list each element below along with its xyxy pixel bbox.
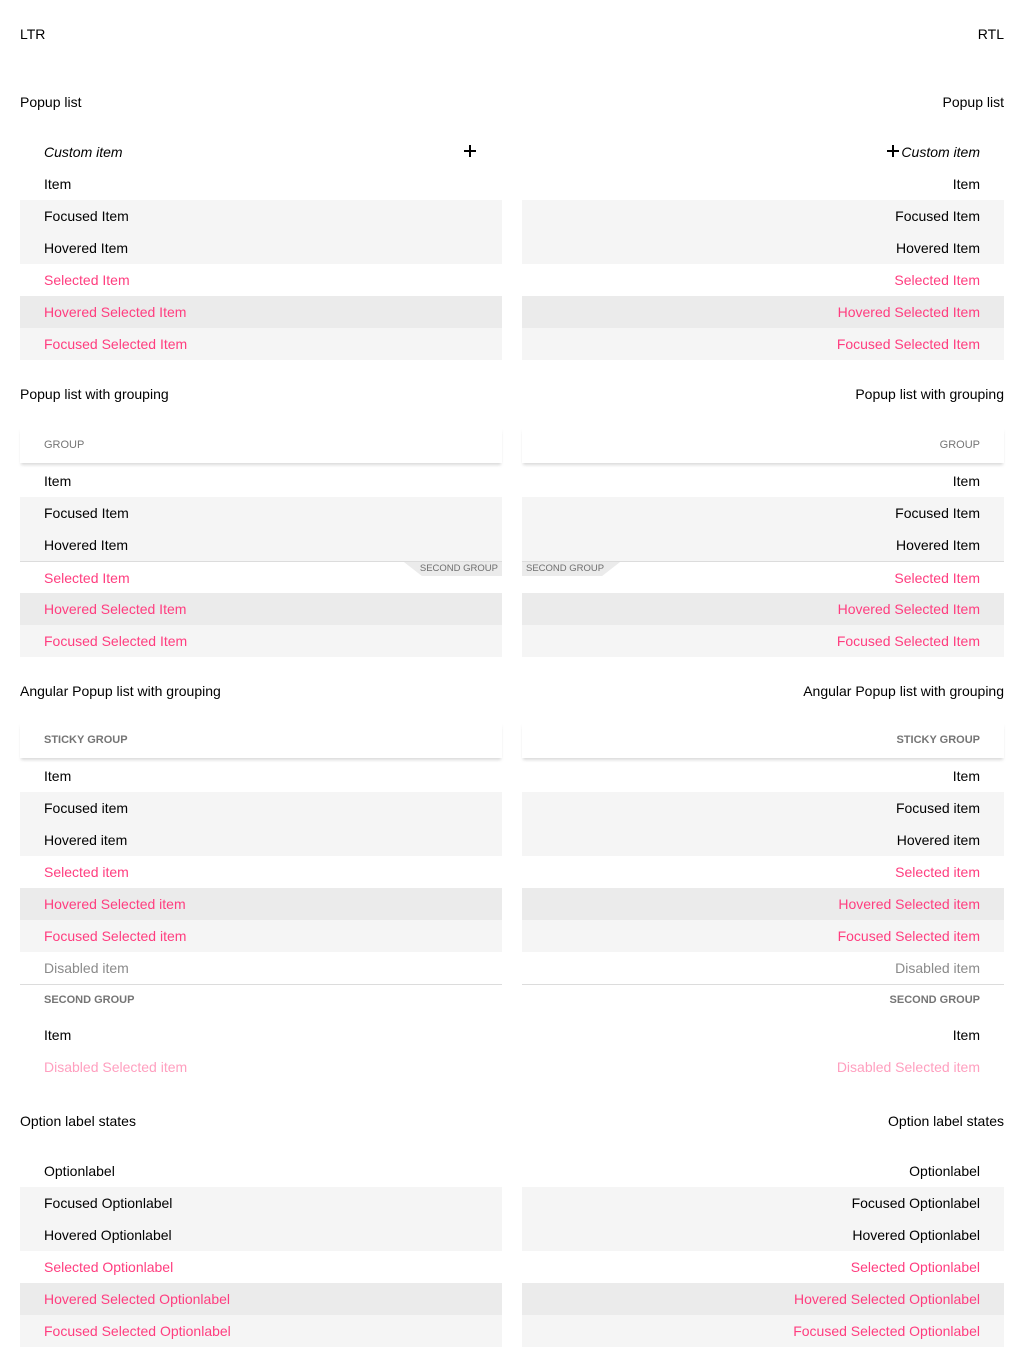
list-item-selected[interactable]: Selected item [522, 856, 1004, 888]
list-item-hovered[interactable]: Hovered Item [20, 529, 502, 561]
plus-icon[interactable] [464, 145, 476, 157]
plus-icon[interactable] [887, 145, 899, 157]
grouped-popup-list: GROUP Item Focused Item Hovered Item Sel… [20, 427, 502, 657]
list-item-disabled-selected: Disabled Selected item [836, 1059, 980, 1075]
list-item[interactable]: Item [20, 168, 502, 200]
list-item-label: Selected Item [894, 570, 980, 586]
list-item[interactable]: Item [20, 465, 502, 497]
list-item-selected[interactable]: Selected Item SECOND GROUP [522, 561, 1004, 593]
option-label-selected[interactable]: Selected Optionlabel [522, 1251, 1004, 1283]
section-title-option-label: Option label states [888, 1113, 1004, 1129]
list-item-focused-selected[interactable]: Focused Selected Item [20, 625, 502, 657]
list-item-disabled: Disabled item [44, 960, 129, 976]
list-item-disabled-selected: Disabled Selected item [44, 1059, 188, 1075]
angular-popup-list: STICKY GROUP Item Focused item Hovered i… [522, 722, 1004, 1083]
list-item[interactable]: Item [20, 1019, 502, 1051]
list-item-focused[interactable]: Focused Item [522, 497, 1004, 529]
list-item-hovered-selected[interactable]: Hovered Selected item [20, 888, 502, 920]
section-title-popup-list: Popup list [20, 94, 82, 110]
list-item[interactable]: Item [522, 465, 1004, 497]
option-label-focused[interactable]: Focused Optionlabel [522, 1187, 1004, 1219]
list-item-selected[interactable]: Selected item [20, 856, 502, 888]
list-item-focused-selected[interactable]: Focused Selected item [20, 920, 502, 952]
section-title-angular: Angular Popup list with grouping [20, 683, 221, 699]
option-label-hovered[interactable]: Hovered Optionlabel [20, 1219, 502, 1251]
sticky-group-header: STICKY GROUP [20, 722, 502, 758]
list-item-hovered[interactable]: Hovered Item [20, 232, 502, 264]
list-item-hovered[interactable]: Hovered item [20, 824, 502, 856]
popup-list: Custom item Item Focused Item Hovered It… [522, 136, 1004, 360]
second-group-tag: SECOND GROUP [522, 562, 620, 576]
list-item[interactable]: Item [20, 760, 502, 792]
section-title-popup-list: Popup list [942, 94, 1004, 110]
second-group-header: SECOND GROUP [522, 984, 1004, 1014]
direction-label-rtl: RTL [977, 26, 1004, 42]
list-item-focused-selected[interactable]: Focused Selected item [522, 920, 1004, 952]
list-item-focused[interactable]: Focused Item [20, 200, 502, 232]
list-item-hovered-selected[interactable]: Hovered Selected item [522, 888, 1004, 920]
angular-popup-list: STICKY GROUP Item Focused item Hovered i… [20, 722, 502, 1083]
list-item-selected[interactable]: Selected Item SECOND GROUP [20, 561, 502, 593]
option-label[interactable]: Optionlabel [20, 1155, 502, 1187]
custom-item-label: Custom item [901, 144, 980, 160]
list-item-focused[interactable]: Focused item [522, 792, 1004, 824]
option-label-hovered[interactable]: Hovered Optionlabel [522, 1219, 1004, 1251]
list-item-label: Selected Item [44, 570, 130, 586]
list-item[interactable]: Item [522, 168, 1004, 200]
custom-item[interactable]: Custom item [20, 136, 502, 168]
custom-item-label: Custom item [44, 144, 123, 160]
list-item[interactable]: Item [522, 1019, 1004, 1051]
list-item-focused[interactable]: Focused Item [20, 497, 502, 529]
list-item-focused[interactable]: Focused item [20, 792, 502, 824]
list-item-selected[interactable]: Selected Item [522, 264, 1004, 296]
sticky-group-header: STICKY GROUP [522, 722, 1004, 758]
option-label-hovered-selected[interactable]: Hovered Selected Optionlabel [522, 1283, 1004, 1315]
list-item[interactable]: Item [522, 760, 1004, 792]
list-item-hovered-selected[interactable]: Hovered Selected Item [20, 296, 502, 328]
list-item-focused-selected[interactable]: Focused Selected Item [20, 328, 502, 360]
section-title-angular: Angular Popup list with grouping [803, 683, 1004, 699]
second-group-tag: SECOND GROUP [403, 562, 502, 576]
option-label-list: Optionlabel Focused Optionlabel Hovered … [20, 1155, 502, 1347]
second-group-header: SECOND GROUP [20, 984, 502, 1014]
group-header: GROUP [20, 427, 502, 463]
list-item-hovered-selected[interactable]: Hovered Selected Item [522, 296, 1004, 328]
option-label-focused-selected[interactable]: Focused Selected Optionlabel [20, 1315, 502, 1347]
option-label-selected[interactable]: Selected Optionlabel [20, 1251, 502, 1283]
direction-label-ltr: LTR [20, 26, 46, 42]
custom-item[interactable]: Custom item [522, 136, 1004, 168]
list-item-selected[interactable]: Selected Item [20, 264, 502, 296]
list-item-hovered[interactable]: Hovered Item [522, 529, 1004, 561]
section-title-grouping: Popup list with grouping [855, 386, 1004, 402]
list-item-hovered[interactable]: Hovered item [522, 824, 1004, 856]
list-item-focused[interactable]: Focused Item [522, 200, 1004, 232]
list-item-disabled: Disabled item [895, 960, 980, 976]
section-title-grouping: Popup list with grouping [20, 386, 169, 402]
list-item-hovered-selected[interactable]: Hovered Selected Item [522, 593, 1004, 625]
list-item-hovered-selected[interactable]: Hovered Selected Item [20, 593, 502, 625]
list-item-hovered[interactable]: Hovered Item [522, 232, 1004, 264]
option-label-hovered-selected[interactable]: Hovered Selected Optionlabel [20, 1283, 502, 1315]
grouped-popup-list: GROUP Item Focused Item Hovered Item Sel… [522, 427, 1004, 657]
section-title-option-label: Option label states [20, 1113, 136, 1129]
option-label[interactable]: Optionlabel [522, 1155, 1004, 1187]
option-label-list: Optionlabel Focused Optionlabel Hovered … [522, 1155, 1004, 1347]
list-item-focused-selected[interactable]: Focused Selected Item [522, 625, 1004, 657]
popup-list: Custom item Item Focused Item Hovered It… [20, 136, 502, 360]
group-header: GROUP [522, 427, 1004, 463]
option-label-focused-selected[interactable]: Focused Selected Optionlabel [522, 1315, 1004, 1347]
list-item-focused-selected[interactable]: Focused Selected Item [522, 328, 1004, 360]
option-label-focused[interactable]: Focused Optionlabel [20, 1187, 502, 1219]
